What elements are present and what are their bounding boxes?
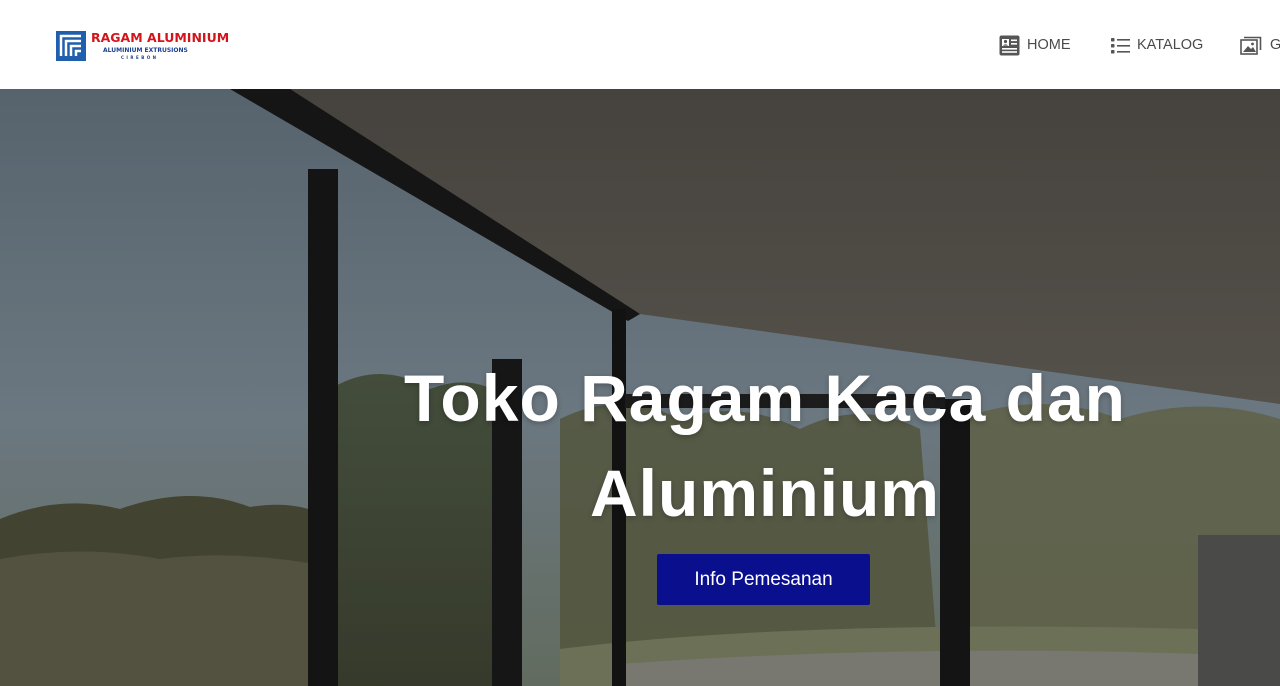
logo-mark-icon: [56, 31, 86, 61]
brand-logo[interactable]: RAGAM ALUMINIUM ALUMINIUM EXTRUSIONS CIR…: [56, 30, 229, 62]
nav-label-home: HOME: [1027, 37, 1071, 53]
brand-city: CIREBON: [121, 54, 159, 60]
hero-section: Toko Ragam Kaca dan Aluminium Info Pemes…: [0, 89, 1280, 686]
contact-card-icon: [999, 35, 1020, 55]
hero-title: Toko Ragam Kaca dan Aluminium: [404, 361, 1126, 530]
nav-item-katalog[interactable]: KATALOG: [1111, 33, 1203, 57]
brand-tagline: ALUMINIUM EXTRUSIONS: [103, 46, 188, 54]
gallery-icon: [1240, 36, 1262, 55]
info-pemesanan-button[interactable]: Info Pemesanan: [657, 554, 870, 605]
nav-item-home[interactable]: HOME: [999, 33, 1071, 57]
site-header: RAGAM ALUMINIUM ALUMINIUM EXTRUSIONS CIR…: [0, 0, 1280, 89]
nav-label-katalog: KATALOG: [1137, 37, 1204, 53]
nav-item-galeri[interactable]: G: [1240, 33, 1280, 57]
logo-text: RAGAM ALUMINIUM ALUMINIUM EXTRUSIONS CIR…: [91, 32, 229, 60]
nav-label-galeri: G: [1270, 37, 1280, 53]
brand-name: RAGAM ALUMINIUM: [91, 30, 230, 46]
list-icon: [1111, 37, 1130, 53]
